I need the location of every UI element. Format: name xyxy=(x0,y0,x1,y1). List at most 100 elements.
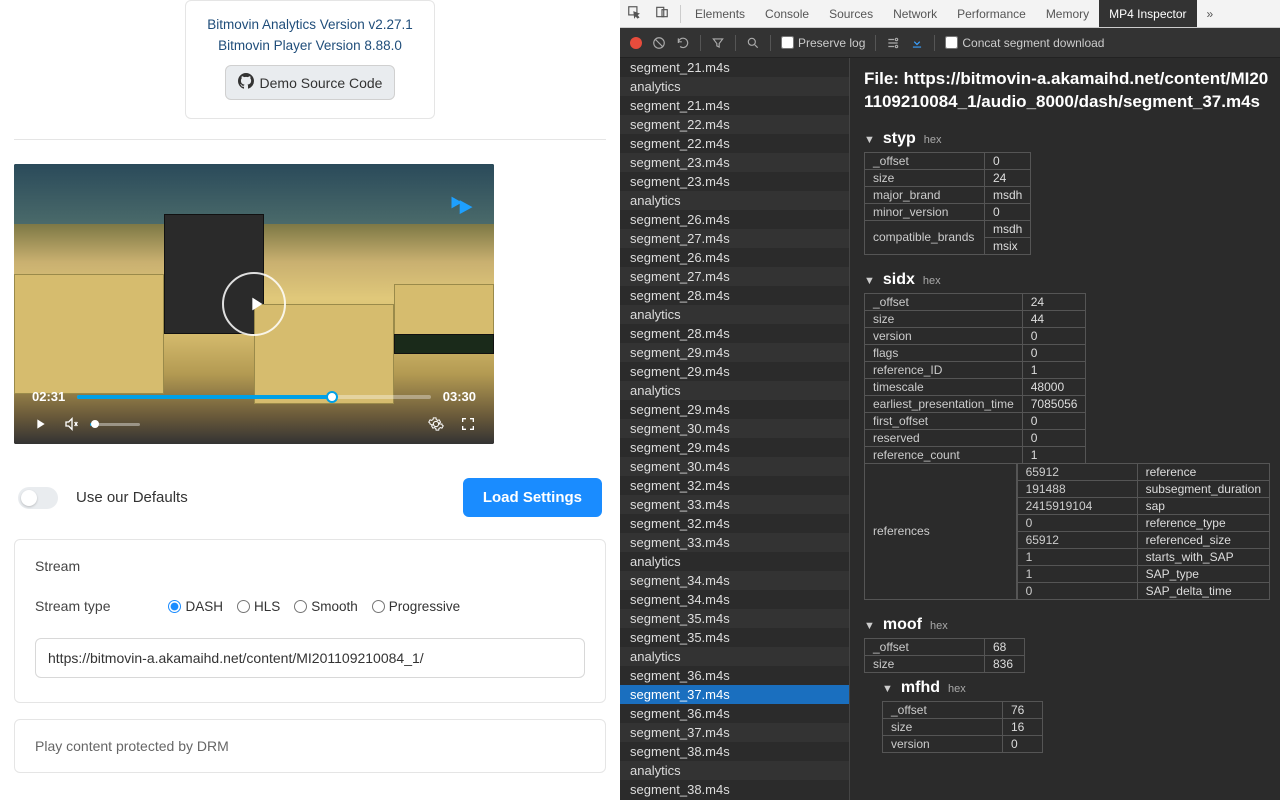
radio-smooth[interactable]: Smooth xyxy=(294,599,358,614)
radio-dash[interactable]: DASH xyxy=(168,599,223,614)
volume-slider[interactable] xyxy=(90,423,140,426)
segment-item[interactable]: analytics xyxy=(620,761,849,780)
segment-item[interactable]: segment_34.m4s xyxy=(620,571,849,590)
collapse-icon[interactable]: ▼ xyxy=(864,134,875,146)
search-icon[interactable] xyxy=(746,36,760,50)
segment-item[interactable]: segment_30.m4s xyxy=(620,419,849,438)
devtools-tab-mp4-inspector[interactable]: MP4 Inspector xyxy=(1099,0,1196,27)
devtools-tab-elements[interactable]: Elements xyxy=(685,0,755,27)
segment-item[interactable]: analytics xyxy=(620,381,849,400)
analytics-version: Bitmovin Analytics Version v2.27.1 xyxy=(200,17,420,32)
segment-item[interactable]: analytics xyxy=(620,552,849,571)
drm-card: Play content protected by DRM xyxy=(14,719,606,773)
segment-item[interactable]: segment_29.m4s xyxy=(620,343,849,362)
segment-item[interactable]: segment_33.m4s xyxy=(620,533,849,552)
segment-item[interactable]: segment_30.m4s xyxy=(620,457,849,476)
segment-item[interactable]: analytics xyxy=(620,77,849,96)
current-time: 02:31 xyxy=(32,389,65,404)
segment-item[interactable]: segment_28.m4s xyxy=(620,286,849,305)
hex-toggle[interactable]: hex xyxy=(924,134,942,146)
devtools-tab-console[interactable]: Console xyxy=(755,0,819,27)
segment-item[interactable]: segment_35.m4s xyxy=(620,628,849,647)
segment-item[interactable]: segment_23.m4s xyxy=(620,153,849,172)
duration-time: 03:30 xyxy=(443,389,476,404)
inspect-element-icon[interactable] xyxy=(620,5,648,22)
drm-heading: Play content protected by DRM xyxy=(35,738,229,754)
stream-url-input[interactable] xyxy=(35,638,585,678)
segment-item[interactable]: analytics xyxy=(620,305,849,324)
segment-list[interactable]: segment_21.m4sanalyticssegment_21.m4sseg… xyxy=(620,58,850,800)
segment-item[interactable]: segment_33.m4s xyxy=(620,495,849,514)
play-button[interactable] xyxy=(222,272,286,336)
segment-item[interactable]: analytics xyxy=(620,647,849,666)
segment-item[interactable]: segment_38.m4s xyxy=(620,742,849,761)
devtools-tab-performance[interactable]: Performance xyxy=(947,0,1036,27)
collapse-icon[interactable]: ▼ xyxy=(882,683,893,695)
video-player[interactable]: 02:31 03:30 xyxy=(14,164,494,444)
box-sidx: ▼sidxhex _offset24size44version0flags0re… xyxy=(864,271,1270,600)
segment-item[interactable]: segment_37.m4s xyxy=(620,685,849,704)
segment-item[interactable]: segment_21.m4s xyxy=(620,96,849,115)
collapse-icon[interactable]: ▼ xyxy=(864,275,875,287)
mute-icon[interactable] xyxy=(64,416,80,432)
radio-hls[interactable]: HLS xyxy=(237,599,280,614)
hex-toggle[interactable]: hex xyxy=(930,620,948,632)
devtools-tab-network[interactable]: Network xyxy=(883,0,947,27)
seek-bar[interactable] xyxy=(77,395,431,399)
hex-toggle[interactable]: hex xyxy=(923,275,941,287)
record-button[interactable] xyxy=(630,37,642,49)
play-icon[interactable] xyxy=(32,416,48,432)
segment-item[interactable]: segment_29.m4s xyxy=(620,362,849,381)
settings-icon[interactable] xyxy=(886,36,900,50)
devtools-tab-memory[interactable]: Memory xyxy=(1036,0,1099,27)
box-tree-view[interactable]: File: https://bitmovin-a.akamaihd.net/co… xyxy=(850,58,1280,800)
radio-progressive[interactable]: Progressive xyxy=(372,599,460,614)
devtools-tabbar: ElementsConsoleSourcesNetworkPerformance… xyxy=(620,0,1280,28)
bitmovin-logo-icon xyxy=(448,192,476,225)
segment-item[interactable]: segment_36.m4s xyxy=(620,666,849,685)
segment-item[interactable]: segment_32.m4s xyxy=(620,514,849,533)
divider xyxy=(14,139,606,140)
load-settings-button[interactable]: Load Settings xyxy=(463,478,602,517)
concat-download-checkbox[interactable]: Concat segment download xyxy=(945,36,1104,50)
segment-item[interactable]: segment_22.m4s xyxy=(620,134,849,153)
inspector-toolbar: Preserve log Concat segment download xyxy=(620,28,1280,58)
clear-button[interactable] xyxy=(652,36,666,50)
stream-type-row: Stream type DASH HLS Smooth Progressive xyxy=(35,598,585,614)
app-left-pane: Bitmovin Analytics Version v2.27.1 Bitmo… xyxy=(0,0,620,800)
segment-item[interactable]: segment_26.m4s xyxy=(620,210,849,229)
collapse-icon[interactable]: ▼ xyxy=(864,620,875,632)
demo-source-button[interactable]: Demo Source Code xyxy=(225,65,396,100)
fullscreen-icon[interactable] xyxy=(460,416,476,432)
segment-item[interactable]: segment_29.m4s xyxy=(620,400,849,419)
segment-item[interactable]: segment_37.m4s xyxy=(620,723,849,742)
device-toggle-icon[interactable] xyxy=(648,5,676,22)
segment-item[interactable]: segment_28.m4s xyxy=(620,324,849,343)
player-version: Bitmovin Player Version 8.88.0 xyxy=(200,38,420,53)
player-controls: 02:31 03:30 xyxy=(14,379,494,444)
segment-item[interactable]: analytics xyxy=(620,191,849,210)
segment-item[interactable]: segment_38.m4s xyxy=(620,780,849,799)
preserve-log-checkbox[interactable]: Preserve log xyxy=(781,36,865,50)
segment-item[interactable]: segment_21.m4s xyxy=(620,58,849,77)
defaults-toggle[interactable] xyxy=(18,487,58,509)
segment-item[interactable]: segment_23.m4s xyxy=(620,172,849,191)
segment-item[interactable]: segment_36.m4s xyxy=(620,704,849,723)
hex-toggle[interactable]: hex xyxy=(948,683,966,695)
github-icon xyxy=(238,73,254,92)
segment-item[interactable]: segment_26.m4s xyxy=(620,248,849,267)
segment-item[interactable]: segment_27.m4s xyxy=(620,267,849,286)
segment-item[interactable]: segment_22.m4s xyxy=(620,115,849,134)
reload-button[interactable] xyxy=(676,36,690,50)
download-icon[interactable] xyxy=(910,36,924,50)
segment-item[interactable]: segment_32.m4s xyxy=(620,476,849,495)
filter-icon[interactable] xyxy=(711,36,725,50)
segment-item[interactable]: segment_27.m4s xyxy=(620,229,849,248)
segment-item[interactable]: segment_29.m4s xyxy=(620,438,849,457)
devtools-pane: ElementsConsoleSourcesNetworkPerformance… xyxy=(620,0,1280,800)
segment-item[interactable]: segment_35.m4s xyxy=(620,609,849,628)
devtools-tab-sources[interactable]: Sources xyxy=(819,0,883,27)
more-tabs-icon[interactable]: » xyxy=(1197,7,1224,21)
settings-gear-icon[interactable] xyxy=(428,416,444,432)
segment-item[interactable]: segment_34.m4s xyxy=(620,590,849,609)
